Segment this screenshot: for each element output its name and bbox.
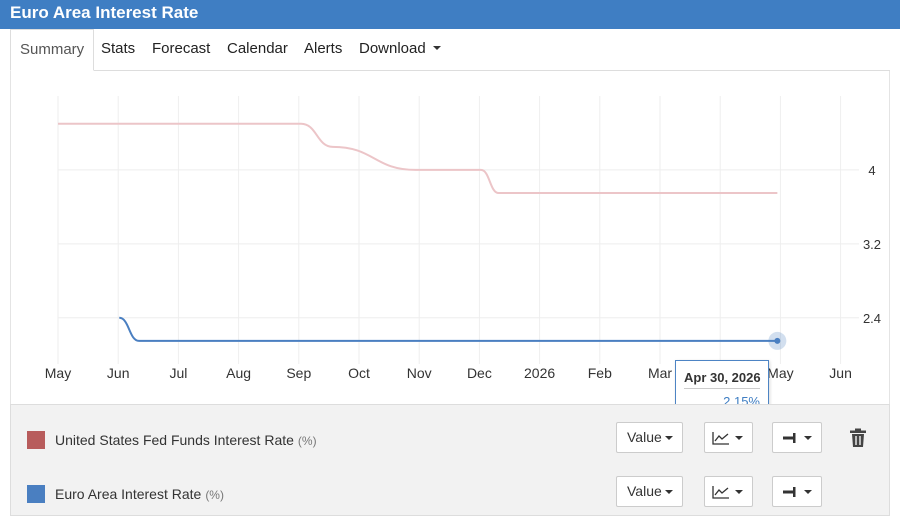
series-name: United States Fed Funds Interest Rate (%) xyxy=(55,432,317,448)
value-dropdown[interactable]: Value xyxy=(616,422,683,453)
chart-type-dropdown[interactable] xyxy=(704,476,753,507)
x-tick-label: Feb xyxy=(588,365,612,381)
chart-panel: MayJunJulAugSepOctNovDec2026FebMarAprMay… xyxy=(10,71,890,417)
chevron-down-icon xyxy=(735,436,743,440)
line-chart-icon xyxy=(712,486,729,499)
series-unit: (%) xyxy=(205,488,224,502)
value-dropdown[interactable]: Value xyxy=(616,476,683,507)
y-tick-label: 3.2 xyxy=(863,237,881,252)
y-tick-label: 4 xyxy=(868,163,875,178)
tab-download[interactable]: Download xyxy=(359,29,441,71)
right-axis-icon xyxy=(783,487,796,497)
line-chart-icon xyxy=(712,432,729,445)
tab-bar: Summary Stats Forecast Calendar Alerts D… xyxy=(10,29,890,71)
tab-summary[interactable]: Summary xyxy=(10,29,95,71)
x-tick-label: Nov xyxy=(407,365,432,381)
x-tick-label: Dec xyxy=(467,365,492,381)
x-tick-label: Jul xyxy=(169,365,187,381)
chevron-down-icon xyxy=(735,490,743,494)
highlight-point xyxy=(774,337,781,344)
chevron-down-icon xyxy=(665,436,673,440)
x-tick-label: Aug xyxy=(226,365,251,381)
tab-stats[interactable]: Stats xyxy=(101,29,135,71)
tab-forecast[interactable]: Forecast xyxy=(152,29,210,71)
chevron-down-icon xyxy=(804,436,812,440)
y-tick-label: 2.4 xyxy=(863,311,881,326)
series-name: Euro Area Interest Rate (%) xyxy=(55,486,224,502)
series-unit: (%) xyxy=(297,434,317,448)
value-dropdown-label: Value xyxy=(627,429,662,445)
series-color-swatch[interactable] xyxy=(27,431,45,449)
x-tick-label: May xyxy=(767,365,793,381)
chart-type-dropdown[interactable] xyxy=(704,422,753,453)
series-legend: United States Fed Funds Interest Rate (%)… xyxy=(10,404,890,516)
value-dropdown-label: Value xyxy=(627,483,662,499)
tooltip-date: Apr 30, 2026 xyxy=(684,370,761,385)
right-axis-icon xyxy=(783,433,796,443)
series-name-label: United States Fed Funds Interest Rate xyxy=(55,432,294,448)
legend-row-euro-area: Euro Area Interest Rate (%) Value xyxy=(11,464,889,514)
x-tick-label: Oct xyxy=(348,365,370,381)
x-tick-label: Jun xyxy=(829,365,852,381)
x-tick-label: Jun xyxy=(107,365,130,381)
x-tick-label: Mar xyxy=(648,365,672,381)
tab-download-label: Download xyxy=(359,40,426,57)
axis-side-dropdown[interactable] xyxy=(772,422,822,453)
chart-series xyxy=(58,122,787,350)
chevron-down-icon xyxy=(432,46,441,50)
trash-icon[interactable] xyxy=(849,428,867,448)
x-tick-label: Sep xyxy=(286,365,311,381)
series-line xyxy=(58,122,778,195)
chevron-down-icon xyxy=(804,490,812,494)
line-chart: MayJunJulAugSepOctNovDec2026FebMarAprMay… xyxy=(45,96,881,381)
series-name-label: Euro Area Interest Rate xyxy=(55,486,202,502)
x-tick-label: May xyxy=(45,365,71,381)
axis-side-dropdown[interactable] xyxy=(772,476,822,507)
chevron-down-icon xyxy=(665,490,673,494)
series-color-swatch[interactable] xyxy=(27,485,45,503)
title-bar: Euro Area Interest Rate xyxy=(0,0,900,29)
x-tick-label: 2026 xyxy=(524,365,555,381)
tab-alerts[interactable]: Alerts xyxy=(304,29,342,71)
series-line xyxy=(119,316,778,342)
chart-grid xyxy=(57,96,859,364)
tooltip-divider xyxy=(684,388,760,389)
chart-labels: MayJunJulAugSepOctNovDec2026FebMarAprMay… xyxy=(45,163,881,381)
legend-row-us-fed-funds: United States Fed Funds Interest Rate (%)… xyxy=(11,410,889,460)
page-title: Euro Area Interest Rate xyxy=(10,3,199,22)
tab-calendar[interactable]: Calendar xyxy=(227,29,288,71)
